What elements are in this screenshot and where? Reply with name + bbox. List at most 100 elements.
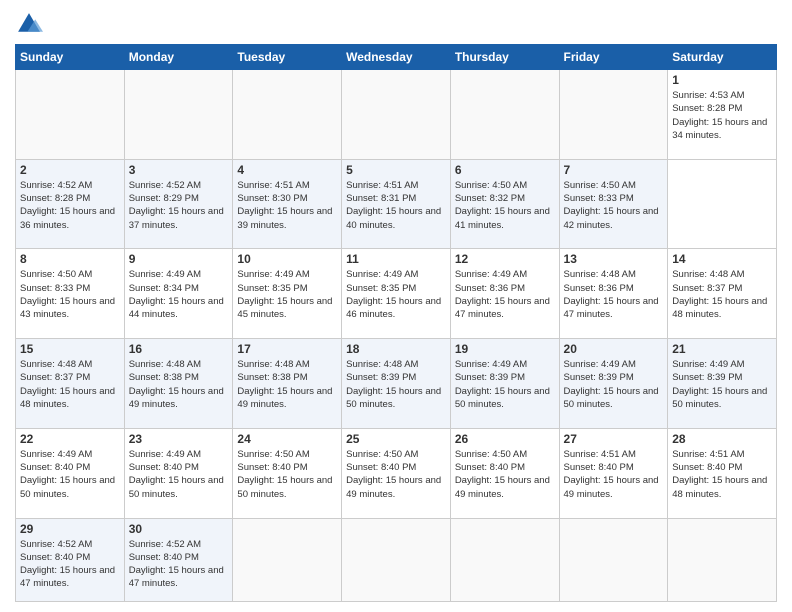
day-info: Sunrise: 4:48 AM Sunset: 8:38 PM Dayligh… (129, 358, 229, 411)
logo (15, 10, 47, 38)
calendar-cell: 23 Sunrise: 4:49 AM Sunset: 8:40 PM Dayl… (124, 428, 233, 518)
sunrise-label: Sunrise: 4:50 AM (20, 269, 92, 280)
day-number: 15 (20, 342, 120, 356)
sunset-label: Sunset: 8:36 PM (455, 283, 525, 294)
daylight-label: Daylight: 15 hours and 50 minutes. (20, 475, 115, 499)
day-info: Sunrise: 4:49 AM Sunset: 8:39 PM Dayligh… (564, 358, 664, 411)
sunrise-label: Sunrise: 4:52 AM (129, 180, 201, 191)
sunrise-label: Sunrise: 4:49 AM (129, 449, 201, 460)
sunrise-label: Sunrise: 4:49 AM (129, 269, 201, 280)
sunset-label: Sunset: 8:40 PM (129, 552, 199, 563)
day-number: 16 (129, 342, 229, 356)
sunset-label: Sunset: 8:38 PM (237, 372, 307, 383)
daylight-label: Daylight: 15 hours and 47 minutes. (455, 296, 550, 320)
calendar-cell: 17 Sunrise: 4:48 AM Sunset: 8:38 PM Dayl… (233, 339, 342, 429)
calendar-cell: 21 Sunrise: 4:49 AM Sunset: 8:39 PM Dayl… (668, 339, 777, 429)
calendar-cell (124, 70, 233, 160)
day-info: Sunrise: 4:52 AM Sunset: 8:40 PM Dayligh… (20, 538, 120, 591)
calendar-cell: 1 Sunrise: 4:53 AM Sunset: 8:28 PM Dayli… (668, 70, 777, 160)
calendar-cell (559, 70, 668, 160)
daylight-label: Daylight: 15 hours and 47 minutes. (20, 565, 115, 589)
sunrise-label: Sunrise: 4:49 AM (237, 269, 309, 280)
sunrise-label: Sunrise: 4:49 AM (672, 359, 744, 370)
day-of-week-header: Thursday (450, 45, 559, 70)
day-info: Sunrise: 4:48 AM Sunset: 8:37 PM Dayligh… (672, 268, 772, 321)
day-number: 10 (237, 252, 337, 266)
daylight-label: Daylight: 15 hours and 50 minutes. (672, 386, 767, 410)
sunrise-label: Sunrise: 4:52 AM (20, 539, 92, 550)
sunset-label: Sunset: 8:37 PM (672, 283, 742, 294)
calendar-cell: 6 Sunrise: 4:50 AM Sunset: 8:32 PM Dayli… (450, 159, 559, 249)
day-number: 24 (237, 432, 337, 446)
day-number: 27 (564, 432, 664, 446)
sunrise-label: Sunrise: 4:50 AM (237, 449, 309, 460)
sunset-label: Sunset: 8:35 PM (237, 283, 307, 294)
daylight-label: Daylight: 15 hours and 48 minutes. (20, 386, 115, 410)
sunrise-label: Sunrise: 4:52 AM (20, 180, 92, 191)
calendar-cell: 4 Sunrise: 4:51 AM Sunset: 8:30 PM Dayli… (233, 159, 342, 249)
calendar-cell: 25 Sunrise: 4:50 AM Sunset: 8:40 PM Dayl… (342, 428, 451, 518)
calendar-cell: 2 Sunrise: 4:52 AM Sunset: 8:28 PM Dayli… (16, 159, 125, 249)
day-number: 21 (672, 342, 772, 356)
sunset-label: Sunset: 8:40 PM (237, 462, 307, 473)
day-info: Sunrise: 4:50 AM Sunset: 8:40 PM Dayligh… (346, 448, 446, 501)
calendar-cell: 9 Sunrise: 4:49 AM Sunset: 8:34 PM Dayli… (124, 249, 233, 339)
day-number: 1 (672, 73, 772, 87)
daylight-label: Daylight: 15 hours and 41 minutes. (455, 206, 550, 230)
sunrise-label: Sunrise: 4:51 AM (237, 180, 309, 191)
day-number: 6 (455, 163, 555, 177)
day-of-week-header: Sunday (16, 45, 125, 70)
calendar-header-row: SundayMondayTuesdayWednesdayThursdayFrid… (16, 45, 777, 70)
daylight-label: Daylight: 15 hours and 50 minutes. (129, 475, 224, 499)
daylight-label: Daylight: 15 hours and 44 minutes. (129, 296, 224, 320)
calendar-week-row: 15 Sunrise: 4:48 AM Sunset: 8:37 PM Dayl… (16, 339, 777, 429)
day-info: Sunrise: 4:48 AM Sunset: 8:39 PM Dayligh… (346, 358, 446, 411)
day-number: 12 (455, 252, 555, 266)
sunrise-label: Sunrise: 4:48 AM (564, 269, 636, 280)
day-info: Sunrise: 4:48 AM Sunset: 8:37 PM Dayligh… (20, 358, 120, 411)
sunset-label: Sunset: 8:40 PM (129, 462, 199, 473)
calendar-cell: 13 Sunrise: 4:48 AM Sunset: 8:36 PM Dayl… (559, 249, 668, 339)
day-number: 25 (346, 432, 446, 446)
sunset-label: Sunset: 8:33 PM (20, 283, 90, 294)
daylight-label: Daylight: 15 hours and 42 minutes. (564, 206, 659, 230)
calendar-cell (16, 70, 125, 160)
sunrise-label: Sunrise: 4:48 AM (237, 359, 309, 370)
day-of-week-header: Friday (559, 45, 668, 70)
calendar-week-row: 8 Sunrise: 4:50 AM Sunset: 8:33 PM Dayli… (16, 249, 777, 339)
daylight-label: Daylight: 15 hours and 34 minutes. (672, 117, 767, 141)
day-info: Sunrise: 4:49 AM Sunset: 8:40 PM Dayligh… (129, 448, 229, 501)
sunrise-label: Sunrise: 4:53 AM (672, 90, 744, 101)
calendar-cell: 27 Sunrise: 4:51 AM Sunset: 8:40 PM Dayl… (559, 428, 668, 518)
sunset-label: Sunset: 8:30 PM (237, 193, 307, 204)
daylight-label: Daylight: 15 hours and 50 minutes. (564, 386, 659, 410)
day-info: Sunrise: 4:51 AM Sunset: 8:40 PM Dayligh… (672, 448, 772, 501)
day-number: 29 (20, 522, 120, 536)
day-number: 19 (455, 342, 555, 356)
calendar-cell (450, 70, 559, 160)
daylight-label: Daylight: 15 hours and 50 minutes. (237, 475, 332, 499)
sunset-label: Sunset: 8:37 PM (20, 372, 90, 383)
sunrise-label: Sunrise: 4:52 AM (129, 539, 201, 550)
sunrise-label: Sunrise: 4:48 AM (672, 269, 744, 280)
day-number: 4 (237, 163, 337, 177)
daylight-label: Daylight: 15 hours and 39 minutes. (237, 206, 332, 230)
day-info: Sunrise: 4:52 AM Sunset: 8:29 PM Dayligh… (129, 179, 229, 232)
calendar-cell: 30 Sunrise: 4:52 AM Sunset: 8:40 PM Dayl… (124, 518, 233, 601)
day-number: 14 (672, 252, 772, 266)
page: SundayMondayTuesdayWednesdayThursdayFrid… (0, 0, 792, 612)
day-number: 18 (346, 342, 446, 356)
day-info: Sunrise: 4:49 AM Sunset: 8:36 PM Dayligh… (455, 268, 555, 321)
day-info: Sunrise: 4:50 AM Sunset: 8:40 PM Dayligh… (237, 448, 337, 501)
sunset-label: Sunset: 8:32 PM (455, 193, 525, 204)
header (15, 10, 777, 38)
sunset-label: Sunset: 8:29 PM (129, 193, 199, 204)
daylight-label: Daylight: 15 hours and 46 minutes. (346, 296, 441, 320)
calendar-cell (342, 70, 451, 160)
daylight-label: Daylight: 15 hours and 48 minutes. (672, 475, 767, 499)
sunset-label: Sunset: 8:38 PM (129, 372, 199, 383)
calendar-cell: 11 Sunrise: 4:49 AM Sunset: 8:35 PM Dayl… (342, 249, 451, 339)
calendar-cell: 19 Sunrise: 4:49 AM Sunset: 8:39 PM Dayl… (450, 339, 559, 429)
day-of-week-header: Monday (124, 45, 233, 70)
sunset-label: Sunset: 8:40 PM (20, 552, 90, 563)
